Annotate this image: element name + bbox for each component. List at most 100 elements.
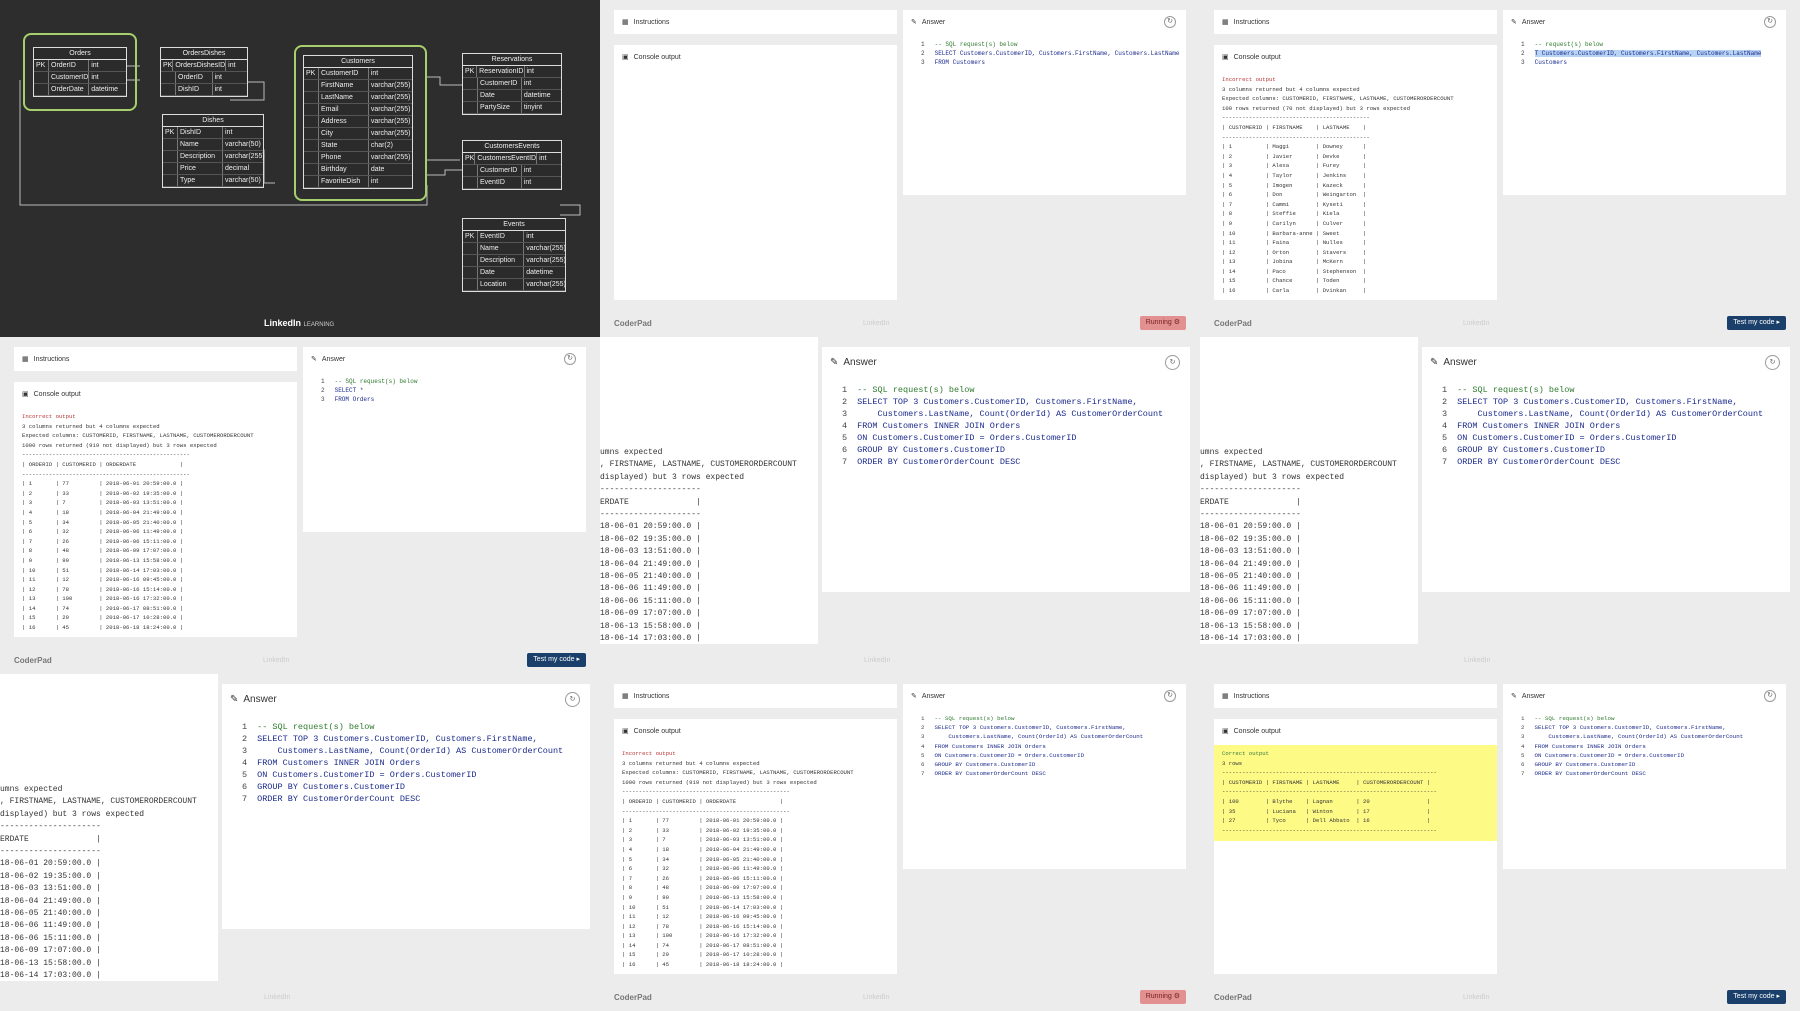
code-editor[interactable]: 1 -- request(s) below 2 T Customers.Custome… (1521, 40, 1762, 67)
reset-icon[interactable]: ↻ (1764, 16, 1776, 28)
code-text[interactable]: SELECT TOP 3 Customers.CustomerID, Custo… (1534, 724, 1725, 731)
code-line[interactable]: 3 FROM Customers (921, 58, 1179, 67)
code-editor[interactable]: 1 -- SQL request(s) below 2 SELECT TOP 3 Cu… (921, 714, 1143, 778)
code-text[interactable]: FROM Customers INNER JOIN Orders (257, 758, 420, 768)
code-line[interactable]: 7 ORDER BY CustomerOrderCount DESC (842, 456, 1163, 468)
code-line[interactable]: 1 -- SQL request(s) below (1521, 714, 1743, 723)
instructions-panel[interactable]: ▦ Instructions (614, 684, 897, 708)
code-line[interactable]: 2 T Customers.CustomerID, Customers.First… (1521, 49, 1762, 58)
code-line[interactable]: 5 ON Customers.CustomerID = Orders.Custom… (921, 751, 1143, 760)
instructions-panel[interactable]: ▦ Instructions (1214, 684, 1497, 708)
reset-icon[interactable]: ↻ (564, 353, 576, 365)
code-text[interactable]: ORDER BY CustomerOrderCount DESC (934, 770, 1045, 777)
code-text[interactable]: FROM Customers INNER JOIN Orders (857, 421, 1020, 431)
code-line[interactable]: 3 Customers.LastName, Count(OrderId) AS … (842, 408, 1163, 420)
code-line[interactable]: 2 SELECT TOP 3 Customers.CustomerID, Cust… (242, 733, 563, 745)
code-line[interactable]: 2 SELECT * (321, 386, 417, 395)
code-line[interactable]: 1 -- request(s) below (1521, 40, 1761, 49)
code-line[interactable]: 2 SELECT Customers.CustomerID, Customers.… (921, 49, 1179, 58)
instructions-panel[interactable]: ▦ Instructions (14, 347, 297, 371)
reset-icon[interactable]: ↻ (1164, 690, 1176, 702)
code-text[interactable]: ON Customers.CustomerID = Orders.Custome… (857, 433, 1076, 443)
code-text[interactable]: -- SQL request(s) below (257, 722, 374, 732)
answer-panel[interactable]: ✎ Answer ↻ 1 -- SQL request(s) below 2 SELEC… (903, 684, 1186, 869)
code-text[interactable]: ON Customers.CustomerID = Orders.Custome… (1457, 433, 1676, 443)
code-text[interactable]: FROM Customers INNER JOIN Orders (1534, 743, 1645, 750)
code-line[interactable]: 7 ORDER BY CustomerOrderCount DESC (1442, 456, 1763, 468)
test-my-code-button[interactable]: Test my code ▸ (527, 653, 586, 667)
code-text[interactable]: SELECT TOP 3 Customers.CustomerID, Custo… (857, 397, 1138, 407)
code-line[interactable]: 2 SELECT TOP 3 Customers.CustomerID, Cust… (1442, 396, 1763, 408)
code-text[interactable]: -- SQL request(s) below (935, 41, 1018, 48)
code-editor[interactable]: 1 -- SQL request(s) below 2 SELECT TOP 3 Cu… (1442, 384, 1763, 468)
code-line[interactable]: 1 -- SQL request(s) below (921, 714, 1143, 723)
answer-panel[interactable]: ✎ Answer ↻ 1 -- SQL request(s) below 2 SELEC… (1503, 684, 1786, 869)
code-editor[interactable]: 1 -- SQL request(s) below 2 SELECT TOP 3 Cu… (842, 384, 1163, 468)
code-text[interactable]: ORDER BY CustomerOrderCount DESC (1534, 770, 1645, 777)
code-line[interactable]: 4 FROM Customers INNER JOIN Orders (242, 757, 563, 769)
code-line[interactable]: 3 Customers (1521, 58, 1761, 67)
code-line[interactable]: 2 SELECT TOP 3 Customers.CustomerID, Cust… (1521, 723, 1743, 732)
code-text[interactable]: -- SQL request(s) below (1457, 385, 1574, 395)
code-editor[interactable]: 1 -- SQL request(s) below 2 SELECT * 3 FROM O… (321, 377, 417, 404)
instructions-panel[interactable]: ▦ Instructions (1214, 10, 1497, 34)
code-text[interactable]: FROM Customers INNER JOIN Orders (934, 743, 1045, 750)
answer-panel[interactable]: ✎ Answer ↻ 1 -- SQL request(s) below 2 SELEC… (222, 684, 590, 929)
answer-panel[interactable]: ✎ Answer ↻ 1 -- SQL request(s) below 2 SELEC… (822, 347, 1190, 592)
code-text[interactable]: SELECT Customers.CustomerID, Customers.F… (935, 50, 1180, 57)
code-line[interactable]: 7 ORDER BY CustomerOrderCount DESC (242, 793, 563, 805)
code-text[interactable]: -- SQL request(s) below (335, 378, 418, 385)
code-line[interactable]: 4 FROM Customers INNER JOIN Orders (1442, 420, 1763, 432)
code-line[interactable]: 5 ON Customers.CustomerID = Orders.Custom… (1521, 751, 1743, 760)
reset-icon[interactable]: ↻ (565, 692, 580, 707)
code-text[interactable]: ORDER BY CustomerOrderCount DESC (1457, 457, 1620, 467)
code-text[interactable]: ON Customers.CustomerID = Orders.Custome… (257, 770, 476, 780)
code-text[interactable]: SELECT * (335, 387, 364, 394)
code-text[interactable]: -- SQL request(s) below (1534, 715, 1614, 722)
code-text[interactable]: ON Customers.CustomerID = Orders.Custome… (934, 752, 1084, 759)
code-line[interactable]: 6 GROUP BY Customers.CustomerID (242, 781, 563, 793)
code-text[interactable]: ORDER BY CustomerOrderCount DESC (857, 457, 1020, 467)
code-line[interactable]: 6 GROUP BY Customers.CustomerID (1521, 760, 1743, 769)
running-button[interactable]: Running ⚙ (1139, 316, 1186, 330)
code-text[interactable]: Customers.LastName, Count(OrderId) AS Cu… (1457, 409, 1764, 419)
code-text[interactable]: SELECT TOP 3 Customers.CustomerID, Custo… (934, 724, 1125, 731)
code-line[interactable]: 3 Customers.LastName, Count(OrderId) AS … (921, 732, 1143, 741)
instructions-panel[interactable]: ▦ Instructions (614, 10, 897, 34)
test-my-code-button[interactable]: Test my code ▸ (1727, 316, 1786, 330)
answer-panel[interactable]: ✎ Answer ↻ 1 -- request(s) below 2 T Custome… (1503, 10, 1786, 195)
code-line[interactable]: 1 -- SQL request(s) below (321, 377, 417, 386)
code-text[interactable]: Customers (1535, 59, 1567, 66)
code-line[interactable]: 3 FROM Orders (321, 395, 417, 404)
code-line[interactable]: 1 -- SQL request(s) below (1442, 384, 1763, 396)
code-line[interactable]: 5 ON Customers.CustomerID = Orders.Custom… (842, 432, 1163, 444)
test-my-code-button[interactable]: Test my code ▸ (1727, 990, 1786, 1004)
code-line[interactable]: 7 ORDER BY CustomerOrderCount DESC (1521, 769, 1743, 778)
code-line[interactable]: 1 -- SQL request(s) below (842, 384, 1163, 396)
code-text[interactable]: Customers.LastName, Count(OrderId) AS Cu… (257, 746, 564, 756)
code-line[interactable]: 3 Customers.LastName, Count(OrderId) AS … (1521, 732, 1743, 741)
code-line[interactable]: 5 ON Customers.CustomerID = Orders.Custom… (1442, 432, 1763, 444)
code-text[interactable]: GROUP BY Customers.CustomerID (934, 761, 1035, 768)
code-line[interactable]: 1 -- SQL request(s) below (921, 40, 1179, 49)
code-line[interactable]: 4 FROM Customers INNER JOIN Orders (921, 742, 1143, 751)
code-line[interactable]: 1 -- SQL request(s) below (242, 721, 563, 733)
reset-icon[interactable]: ↻ (1765, 355, 1780, 370)
reset-icon[interactable]: ↻ (1165, 355, 1180, 370)
code-text[interactable]: GROUP BY Customers.CustomerID (1457, 445, 1605, 455)
code-text[interactable]: FROM Orders (335, 396, 375, 403)
code-text[interactable]: GROUP BY Customers.CustomerID (857, 445, 1005, 455)
code-text[interactable]: T Customers.CustomerID, Customers.FirstN… (1534, 50, 1762, 57)
code-text[interactable]: GROUP BY Customers.CustomerID (1534, 761, 1635, 768)
running-button[interactable]: Running ⚙ (1139, 990, 1186, 1004)
code-editor[interactable]: 1 -- SQL request(s) below 2 SELECT Customer… (921, 40, 1179, 67)
code-text[interactable]: ON Customers.CustomerID = Orders.Custome… (1534, 752, 1684, 759)
code-text[interactable]: FROM Customers (935, 59, 985, 66)
code-line[interactable]: 6 GROUP BY Customers.CustomerID (1442, 444, 1763, 456)
instructions-tab[interactable]: Instructions (634, 19, 670, 26)
code-text[interactable]: FROM Customers INNER JOIN Orders (1457, 421, 1620, 431)
code-editor[interactable]: 1 -- SQL request(s) below 2 SELECT TOP 3 Cu… (1521, 714, 1743, 778)
code-line[interactable]: 3 Customers.LastName, Count(OrderId) AS … (242, 745, 563, 757)
code-line[interactable]: 7 ORDER BY CustomerOrderCount DESC (921, 769, 1143, 778)
code-line[interactable]: 6 GROUP BY Customers.CustomerID (842, 444, 1163, 456)
